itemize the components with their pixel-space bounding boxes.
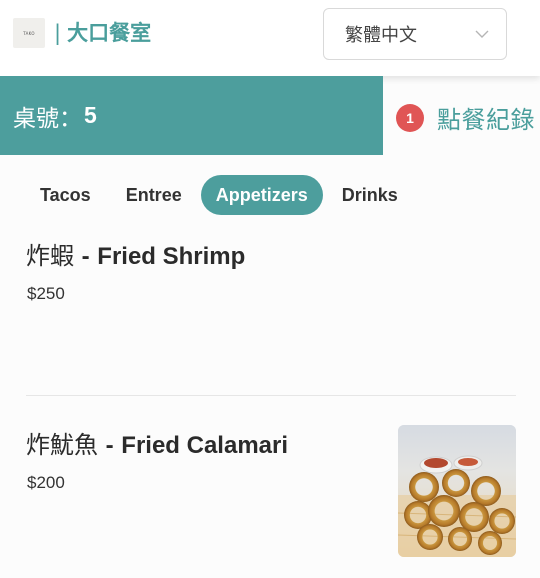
table-label: 桌號：: [13, 105, 82, 132]
restaurant-logo[interactable]: TAKO: [13, 18, 45, 48]
language-select[interactable]: 繁體中文: [323, 8, 507, 60]
order-history-link[interactable]: 1 點餐紀錄: [396, 100, 535, 135]
chevron-down-icon: [475, 30, 489, 38]
item-price: $250: [27, 284, 65, 303]
item-title: 炸魷魚 - Fried Calamari: [26, 425, 288, 460]
tab-appetizers[interactable]: Appetizers: [200, 175, 323, 215]
language-value: 繁體中文: [345, 25, 417, 46]
brand-separator: |: [54, 21, 62, 45]
brand-name: 大口餐室: [67, 21, 152, 45]
item-name-en: Fried Calamari: [121, 432, 289, 459]
logo-text: TAKO: [23, 30, 35, 36]
item-price: $200: [27, 473, 65, 492]
category-tabs: Tacos Entree Appetizers Drinks: [24, 175, 417, 215]
calamari-image: [398, 425, 516, 557]
order-history-label: 點餐紀錄: [437, 106, 535, 134]
item-dash: -: [105, 432, 114, 459]
fried-calamari-photo: [398, 425, 516, 557]
brand-title: | 大口餐室: [54, 17, 151, 47]
item-divider: [26, 395, 516, 396]
table-number: 5: [84, 102, 97, 128]
tab-tacos[interactable]: Tacos: [24, 175, 107, 215]
table-number-bar: 桌號： 5: [0, 76, 383, 155]
tab-entree[interactable]: Entree: [110, 175, 198, 215]
item-name-zh: 炸蝦: [26, 242, 74, 270]
app-header: TAKO | 大口餐室 繁體中文: [0, 0, 540, 76]
item-name-zh: 炸魷魚: [26, 431, 98, 459]
tab-drinks[interactable]: Drinks: [326, 175, 414, 215]
item-title: 炸蝦 - Fried Shrimp: [26, 236, 245, 271]
order-count-badge: 1: [396, 103, 424, 132]
item-dash: -: [81, 243, 90, 270]
item-name-en: Fried Shrimp: [97, 243, 246, 270]
